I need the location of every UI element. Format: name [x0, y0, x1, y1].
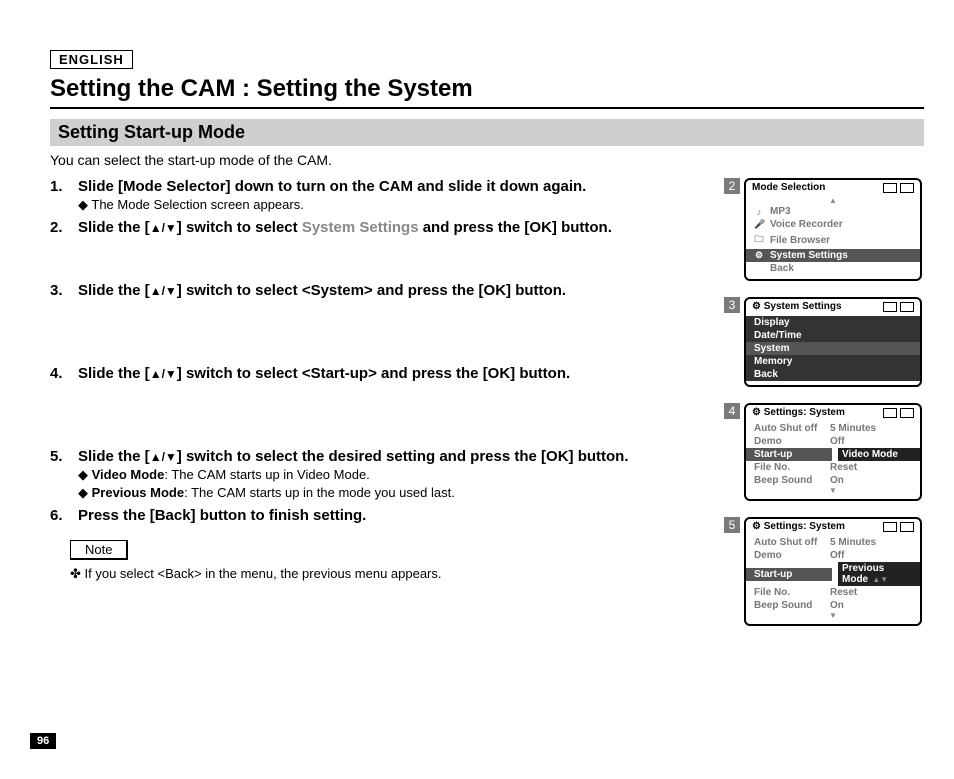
scroll-down-icon: ▼: [746, 487, 920, 495]
setting-row[interactable]: Auto Shut off5 Minutes: [746, 536, 920, 549]
screen-title: ⚙ Settings: System: [752, 521, 845, 532]
mic-icon: 🎤: [754, 219, 764, 230]
status-icons: [883, 183, 914, 193]
screen-3: 3 ⚙ System Settings Display Date/Time Sy…: [724, 297, 924, 387]
step-headline: Slide the [▲/▼] switch to select <System…: [78, 282, 750, 299]
step-headline: Slide the [▲/▼] switch to select <Start-…: [78, 365, 750, 382]
setting-row[interactable]: DemoOff: [746, 549, 920, 562]
step-2: 2. Slide the [▲/▼] switch to select Syst…: [50, 219, 750, 236]
step-5: 5. Slide the [▲/▼] switch to select the …: [50, 448, 750, 501]
battery-icon: [900, 183, 914, 193]
menu-item[interactable]: ♪MP3: [746, 205, 920, 218]
battery-icon: [900, 408, 914, 418]
page-number: 96: [30, 733, 56, 749]
up-down-icon: ▲/▼: [150, 221, 177, 235]
step-sub: The Mode Selection screen appears.: [78, 197, 750, 213]
page-title: Setting the CAM : Setting the System: [50, 75, 924, 109]
settings-icon: ⚙: [754, 250, 764, 261]
menu-item[interactable]: Date/Time: [746, 329, 920, 342]
screen-number: 2: [724, 178, 740, 194]
settings-icon: ⚙: [752, 407, 761, 418]
screens-column: 2 Mode Selection ▲ ♪MP3 🎤Voice Recorder …: [724, 178, 924, 642]
menu-item[interactable]: 🎤Voice Recorder: [746, 218, 920, 231]
memory-icon: [883, 408, 897, 418]
step-headline: Slide [Mode Selector] down to turn on th…: [78, 178, 750, 195]
settings-icon: ⚙: [752, 301, 761, 312]
value-arrows-icon: ▲▼: [870, 575, 888, 584]
screen-number: 4: [724, 403, 740, 419]
screen-title: Mode Selection: [752, 182, 825, 193]
step-headline: Slide the [▲/▼] switch to select the des…: [78, 448, 750, 465]
up-down-icon: ▲/▼: [150, 367, 177, 381]
intro-text: You can select the start-up mode of the …: [50, 152, 924, 168]
screen-5: 5 ⚙ Settings: System Auto Shut off5 Minu…: [724, 517, 924, 626]
step-number: 4.: [50, 365, 78, 382]
status-icons: [883, 302, 914, 312]
menu-item-back[interactable]: Back: [746, 262, 920, 275]
step-number: 6.: [50, 507, 78, 524]
settings-icon: ⚙: [752, 521, 761, 532]
memory-icon: [883, 522, 897, 532]
memory-icon: [883, 302, 897, 312]
menu-item[interactable]: Display: [746, 316, 920, 329]
menu-item-back[interactable]: Back: [746, 368, 920, 381]
step-6: 6. Press the [Back] button to finish set…: [50, 507, 750, 524]
screen-number: 3: [724, 297, 740, 313]
screen-title: ⚙ Settings: System: [752, 407, 845, 418]
menu-item-selected[interactable]: System: [746, 342, 920, 355]
step-4: 4. Slide the [▲/▼] switch to select <Sta…: [50, 365, 750, 382]
step-headline: Slide the [▲/▼] switch to select System …: [78, 219, 750, 236]
status-icons: [883, 408, 914, 418]
step-sub: Video Mode: The CAM starts up in Video M…: [78, 467, 750, 483]
setting-row[interactable]: Auto Shut off5 Minutes: [746, 422, 920, 435]
note-label: Note: [70, 540, 128, 560]
setting-row-selected[interactable]: Start-upVideo Mode: [746, 448, 920, 461]
menu-item[interactable]: 🗀File Browser: [746, 231, 920, 249]
steps-list: 1. Slide [Mode Selector] down to turn on…: [50, 178, 750, 582]
step-number: 2.: [50, 219, 78, 236]
up-down-icon: ▲/▼: [150, 284, 177, 298]
scroll-down-icon: ▼: [746, 612, 920, 620]
note-text: If you select <Back> in the menu, the pr…: [70, 566, 750, 582]
screen-2: 2 Mode Selection ▲ ♪MP3 🎤Voice Recorder …: [724, 178, 924, 281]
music-icon: ♪: [754, 207, 764, 217]
menu-item-selected[interactable]: ⚙System Settings: [746, 249, 920, 262]
language-label: ENGLISH: [50, 50, 133, 69]
step-1: 1. Slide [Mode Selector] down to turn on…: [50, 178, 750, 213]
step-headline: Press the [Back] button to finish settin…: [78, 507, 750, 524]
setting-row[interactable]: DemoOff: [746, 435, 920, 448]
setting-row[interactable]: File No.Reset: [746, 586, 920, 599]
up-down-icon: ▲/▼: [150, 450, 177, 464]
screen-title: ⚙ System Settings: [752, 301, 842, 312]
folder-icon: 🗀: [754, 232, 764, 248]
setting-row-selected[interactable]: Start-upPrevious Mode ▲▼: [746, 562, 920, 586]
scroll-up-icon: ▲: [746, 197, 920, 205]
step-3: 3. Slide the [▲/▼] switch to select <Sys…: [50, 282, 750, 299]
menu-item[interactable]: Memory: [746, 355, 920, 368]
step-number: 5.: [50, 448, 78, 501]
page: ENGLISH Setting the CAM : Setting the Sy…: [0, 0, 954, 779]
battery-icon: [900, 522, 914, 532]
step-number: 1.: [50, 178, 78, 213]
step-number: 3.: [50, 282, 78, 299]
setting-row[interactable]: File No.Reset: [746, 461, 920, 474]
step-sub: Previous Mode: The CAM starts up in the …: [78, 485, 750, 501]
battery-icon: [900, 302, 914, 312]
screen-4: 4 ⚙ Settings: System Auto Shut off5 Minu…: [724, 403, 924, 501]
section-title: Setting Start-up Mode: [50, 119, 924, 146]
screen-number: 5: [724, 517, 740, 533]
memory-icon: [883, 183, 897, 193]
status-icons: [883, 522, 914, 532]
